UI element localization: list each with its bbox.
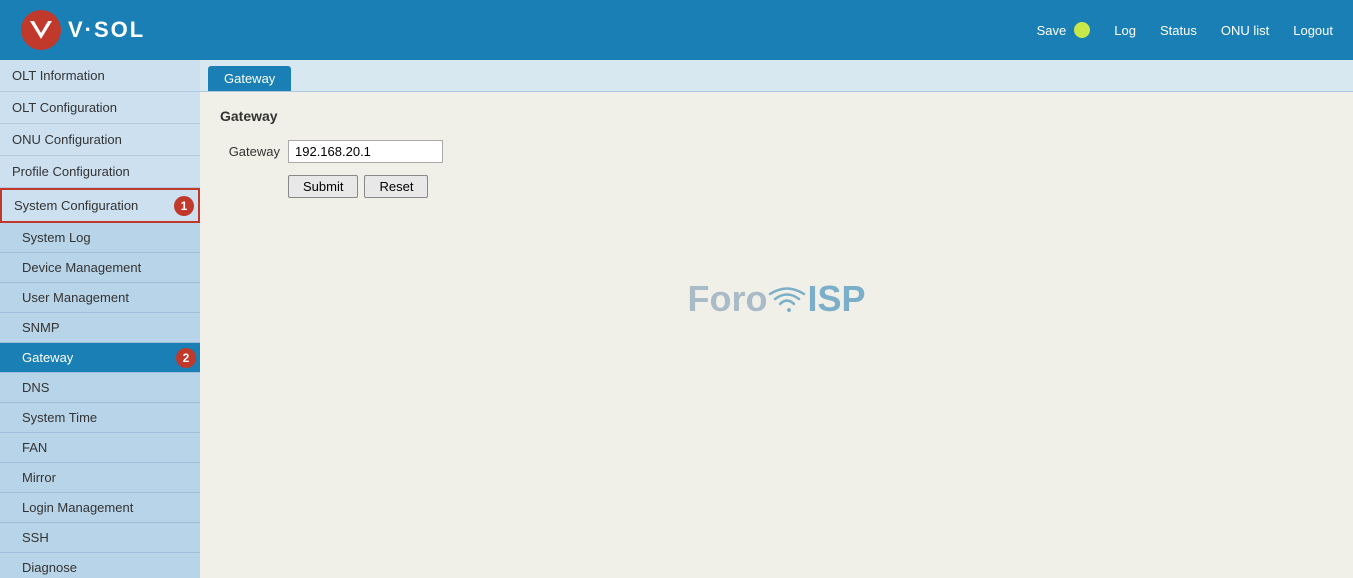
save-button[interactable]: Save xyxy=(1037,23,1067,38)
status-button[interactable]: Status xyxy=(1160,23,1197,38)
sidebar-item-onu-configuration[interactable]: ONU Configuration xyxy=(0,124,200,156)
sidebar-item-diagnose[interactable]: Diagnose xyxy=(0,553,200,578)
onu-list-button[interactable]: ONU list xyxy=(1221,23,1269,38)
sidebar-item-user-management[interactable]: User Management xyxy=(0,283,200,313)
reset-button[interactable]: Reset xyxy=(364,175,428,198)
sidebar-item-dns[interactable]: DNS xyxy=(0,373,200,403)
sidebar-item-ssh[interactable]: SSH xyxy=(0,523,200,553)
logo-text: V·SOL xyxy=(68,17,145,43)
vsol-logo: V·SOL xyxy=(20,9,145,51)
button-row: Submit Reset xyxy=(288,175,1333,198)
vsol-logo-icon xyxy=(20,9,62,51)
sidebar-item-olt-configuration[interactable]: OLT Configuration xyxy=(0,92,200,124)
main-content: Gateway Gateway Gateway Submit Reset For… xyxy=(200,60,1353,578)
log-button[interactable]: Log xyxy=(1114,23,1136,38)
sidebar-item-mirror[interactable]: Mirror xyxy=(0,463,200,493)
sidebar: OLT Information OLT Configuration ONU Co… xyxy=(0,60,200,578)
gateway-input[interactable] xyxy=(288,140,443,163)
sidebar-item-system-time[interactable]: System Time xyxy=(0,403,200,433)
watermark-text: Foro ISP xyxy=(687,278,865,320)
logo-area: V·SOL xyxy=(20,9,145,51)
header-right: Save Log Status ONU list Logout xyxy=(1037,22,1333,38)
gateway-label: Gateway xyxy=(220,144,280,159)
system-config-badge: 1 xyxy=(174,196,194,216)
watermark: Foro ISP xyxy=(220,278,1333,320)
gateway-badge: 2 xyxy=(176,348,196,368)
wifi-icon xyxy=(768,282,806,320)
sidebar-item-system-configuration[interactable]: System Configuration 1 xyxy=(0,188,200,223)
gateway-tab[interactable]: Gateway xyxy=(208,66,291,91)
sidebar-item-olt-information[interactable]: OLT Information xyxy=(0,60,200,92)
header: V·SOL Save Log Status ONU list Logout xyxy=(0,0,1353,60)
status-indicator xyxy=(1074,22,1090,38)
sidebar-item-snmp[interactable]: SNMP xyxy=(0,313,200,343)
gateway-form-row: Gateway xyxy=(220,140,1333,163)
page-title: Gateway xyxy=(220,108,1333,124)
sidebar-item-profile-configuration[interactable]: Profile Configuration xyxy=(0,156,200,188)
sidebar-item-fan[interactable]: FAN xyxy=(0,433,200,463)
content-area: Gateway Gateway Submit Reset Foro ISP xyxy=(200,92,1353,336)
logout-button[interactable]: Logout xyxy=(1293,23,1333,38)
sidebar-item-login-management[interactable]: Login Management xyxy=(0,493,200,523)
sidebar-item-gateway[interactable]: Gateway 2 xyxy=(0,343,200,373)
layout: OLT Information OLT Configuration ONU Co… xyxy=(0,60,1353,578)
sidebar-item-system-log[interactable]: System Log xyxy=(0,223,200,253)
tab-bar: Gateway xyxy=(200,60,1353,92)
sidebar-item-device-management[interactable]: Device Management xyxy=(0,253,200,283)
save-area: Save xyxy=(1037,22,1091,38)
submit-button[interactable]: Submit xyxy=(288,175,358,198)
